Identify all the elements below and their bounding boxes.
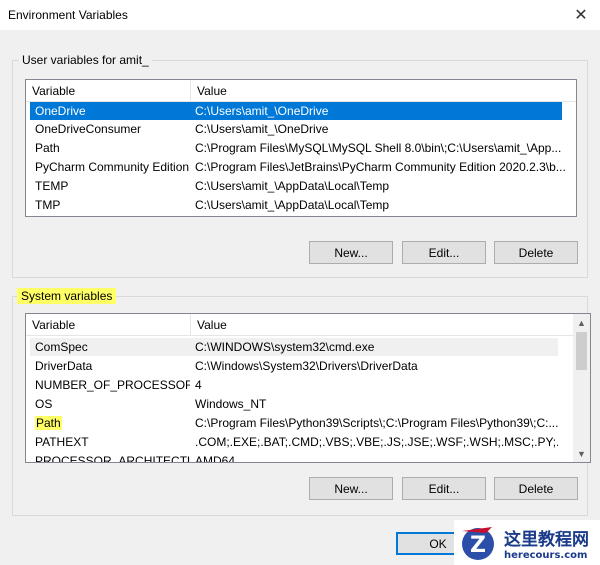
user-variables-group: User variables for amit_ Variable Value … — [12, 53, 588, 278]
row-variable: Path — [30, 414, 190, 432]
system-variables-label: System variables — [17, 288, 117, 304]
row-variable: PATHEXT — [35, 435, 89, 449]
window-title: Environment Variables — [8, 8, 128, 22]
row-value: C:\Users\amit_\AppData\Local\Temp — [195, 179, 390, 193]
system-variables-header: Variable Value — [26, 314, 575, 336]
row-value: .COM;.EXE;.BAT;.CMD;.VBS;.VBE;.JS;.JSE;.… — [195, 435, 558, 449]
table-row[interactable]: PATHEXT .COM;.EXE;.BAT;.CMD;.VBS;.VBE;.J… — [30, 433, 590, 451]
table-row[interactable]: DriverData C:\Windows\System32\Drivers\D… — [30, 357, 590, 375]
scroll-down-icon[interactable]: ▼ — [573, 445, 590, 462]
table-row[interactable]: PyCharm Community Edition C:\Program Fil… — [30, 158, 576, 176]
watermark-subtitle: herecours.com — [504, 549, 588, 561]
row-variable: OneDriveConsumer — [35, 122, 142, 136]
row-value: C:\Program Files\Python39\Scripts\;C:\Pr… — [195, 416, 558, 430]
user-delete-button[interactable]: Delete — [494, 241, 578, 264]
table-row[interactable]: Path C:\Program Files\MySQL\MySQL Shell … — [30, 139, 576, 157]
row-variable: Path — [35, 141, 60, 155]
column-header-variable[interactable]: Variable — [26, 314, 190, 336]
user-edit-button[interactable]: Edit... — [402, 241, 486, 264]
row-value: C:\Program Files\JetBrains\PyCharm Commu… — [195, 160, 566, 174]
watermark-logo: Z 这里教程网 herecours.com — [454, 520, 600, 565]
table-row[interactable]: PROCESSOR_ARCHITECTURE AMD64 — [30, 452, 590, 463]
title-bar: Environment Variables ✕ — [0, 0, 600, 30]
row-value: C:\Program Files\MySQL\MySQL Shell 8.0\b… — [195, 141, 562, 155]
row-value: AMD64 — [195, 454, 236, 463]
scroll-thumb[interactable] — [576, 332, 587, 370]
system-edit-button[interactable]: Edit... — [402, 477, 486, 500]
row-variable: NUMBER_OF_PROCESSORS — [35, 378, 190, 392]
row-variable: DriverData — [35, 359, 93, 373]
row-variable: PROCESSOR_ARCHITECTURE — [35, 454, 190, 463]
system-variables-group: System variables Variable Value ComSpec … — [12, 288, 591, 516]
table-row[interactable]: ComSpec C:\WINDOWS\system32\cmd.exe — [30, 338, 558, 356]
row-value: C:\WINDOWS\system32\cmd.exe — [195, 340, 375, 354]
table-row[interactable]: OS Windows_NT — [30, 395, 590, 413]
row-variable: TMP — [35, 198, 61, 212]
row-variable: OS — [35, 397, 53, 411]
row-variable: OneDrive — [35, 104, 86, 118]
table-row[interactable]: OneDrive C:\Users\amit_\OneDrive — [30, 102, 562, 120]
row-value: 4 — [195, 378, 202, 392]
user-variables-label: User variables for amit_ — [19, 53, 152, 67]
user-variables-list[interactable]: Variable Value OneDrive C:\Users\amit_\O… — [25, 79, 577, 217]
user-variables-header: Variable Value — [26, 80, 576, 102]
system-delete-button[interactable]: Delete — [494, 477, 578, 500]
row-value: C:\Users\amit_\OneDrive — [195, 104, 329, 118]
row-variable: ComSpec — [35, 340, 88, 354]
environment-variables-dialog: Environment Variables ✕ User variables f… — [0, 0, 600, 565]
row-variable: TEMP — [35, 179, 69, 193]
row-value: C:\Users\amit_\AppData\Local\Temp — [195, 198, 390, 212]
vertical-scrollbar[interactable]: ▲ ▼ — [573, 314, 590, 462]
path-highlight: Path — [35, 416, 62, 430]
row-variable: PyCharm Community Edition — [35, 160, 190, 174]
watermark-title: 这里教程网 — [504, 529, 589, 550]
system-new-button[interactable]: New... — [309, 477, 393, 500]
column-header-variable[interactable]: Variable — [26, 80, 190, 102]
svg-text:Z: Z — [470, 533, 486, 558]
table-row[interactable]: TEMP C:\Users\amit_\AppData\Local\Temp — [30, 177, 576, 195]
watermark-z-icon: Z — [456, 523, 500, 563]
system-variables-list[interactable]: Variable Value ComSpec C:\WINDOWS\system… — [25, 313, 591, 463]
column-header-value[interactable]: Value — [190, 80, 576, 102]
row-value: Windows_NT — [195, 397, 267, 411]
column-header-value[interactable]: Value — [190, 314, 575, 336]
scroll-up-icon[interactable]: ▲ — [573, 314, 590, 331]
row-value: C:\Windows\System32\Drivers\DriverData — [195, 359, 418, 373]
row-value: C:\Users\amit_\OneDrive — [195, 122, 329, 136]
user-new-button[interactable]: New... — [309, 241, 393, 264]
table-row[interactable]: NUMBER_OF_PROCESSORS 4 — [30, 376, 590, 394]
table-row[interactable]: TMP C:\Users\amit_\AppData\Local\Temp — [30, 196, 576, 214]
close-icon[interactable]: ✕ — [570, 4, 592, 26]
table-row[interactable]: OneDriveConsumer C:\Users\amit_\OneDrive — [30, 120, 576, 138]
table-row[interactable]: Path C:\Program Files\Python39\Scripts\;… — [30, 414, 590, 432]
